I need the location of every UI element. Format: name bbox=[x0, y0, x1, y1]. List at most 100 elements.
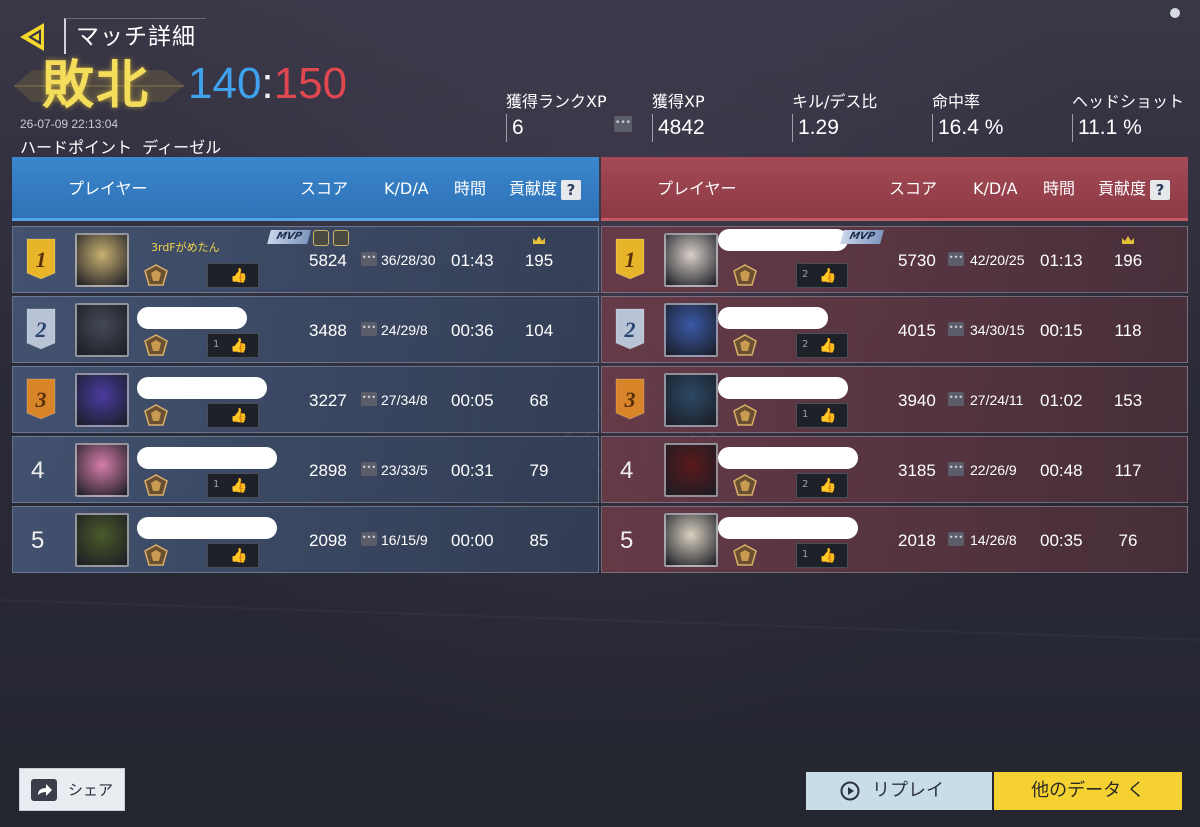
rank-number: 5 bbox=[31, 527, 45, 554]
mvp-badge: MVP bbox=[840, 230, 884, 244]
back-button[interactable] bbox=[14, 20, 56, 54]
redacted-name bbox=[137, 447, 277, 469]
thumbs-up-icon: 👍 bbox=[819, 478, 837, 494]
question-icon[interactable]: ? bbox=[1150, 179, 1171, 200]
like-button[interactable]: 👍 bbox=[207, 263, 259, 288]
thumbs-up-icon: 👍 bbox=[819, 408, 837, 424]
question-icon[interactable]: ? bbox=[561, 179, 582, 200]
red-player-row[interactable]: 1 2 👍 MVP 5730 ••• 42/20/25 01:13 196 bbox=[601, 226, 1188, 293]
ellipsis-icon[interactable]: ••• bbox=[948, 252, 964, 266]
like-button[interactable]: 👍 bbox=[207, 543, 259, 568]
replay-label: リプレイ bbox=[872, 780, 944, 801]
more-data-button[interactable]: 他のデータ く bbox=[994, 772, 1182, 810]
player-kda: 42/20/25 bbox=[970, 252, 1025, 268]
player-time: 00:36 bbox=[451, 321, 494, 340]
rank-badge-icon: 2 bbox=[26, 308, 56, 350]
stat-value: 11.1 % bbox=[1078, 116, 1142, 139]
ellipsis-icon[interactable]: ••• bbox=[361, 392, 377, 406]
blue-player-row[interactable]: 2 1 👍 3488 ••• 24/29/8 00:36 104 bbox=[12, 296, 599, 363]
player-kda: 16/15/9 bbox=[381, 532, 428, 548]
rank-number: 2 bbox=[35, 317, 47, 342]
player-time: 00:15 bbox=[1040, 321, 1083, 340]
stat-label: 獲得XP bbox=[652, 92, 705, 111]
col-score: スコア bbox=[889, 179, 938, 198]
like-button[interactable]: 2 👍 bbox=[796, 473, 848, 498]
ellipsis-icon[interactable]: ••• bbox=[361, 532, 377, 546]
tier-icon bbox=[144, 404, 168, 426]
red-player-row[interactable]: 3 1 👍 3940 ••• 27/24/11 01:02 153 bbox=[601, 366, 1188, 433]
share-button[interactable]: シェア bbox=[19, 768, 125, 811]
red-player-row[interactable]: 2 2 👍 4015 ••• 34/30/15 00:15 118 bbox=[601, 296, 1188, 363]
tier-icon bbox=[733, 264, 757, 286]
share-icon bbox=[31, 779, 57, 801]
avatar[interactable] bbox=[664, 373, 718, 427]
like-count: 1 bbox=[802, 409, 809, 420]
thumbs-up-icon: 👍 bbox=[230, 548, 248, 564]
like-button[interactable]: 1 👍 bbox=[796, 403, 848, 428]
play-circle-icon bbox=[840, 781, 860, 801]
blue-player-row[interactable]: 4 1 👍 2898 ••• 23/33/5 00:31 79 bbox=[12, 436, 599, 503]
avatar[interactable] bbox=[664, 233, 718, 287]
ellipsis-icon[interactable]: ••• bbox=[948, 392, 964, 406]
stat-rank-xp: 獲得ランクXP 6 bbox=[506, 88, 607, 142]
tier-icon bbox=[144, 474, 168, 496]
player-time: 01:13 bbox=[1040, 251, 1083, 270]
ellipsis-icon[interactable]: ••• bbox=[948, 462, 964, 476]
rank-badge-icon: 3 bbox=[615, 378, 645, 420]
like-button[interactable]: 1 👍 bbox=[207, 333, 259, 358]
like-button[interactable]: 2 👍 bbox=[796, 263, 848, 288]
player-time: 01:43 bbox=[451, 251, 494, 270]
red-player-row[interactable]: 4 2 👍 3185 ••• 22/26/9 00:48 117 bbox=[601, 436, 1188, 503]
blue-player-row[interactable]: 5 👍 2098 ••• 16/15/9 00:00 85 bbox=[12, 506, 599, 573]
avatar[interactable] bbox=[75, 233, 129, 287]
ellipsis-icon[interactable]: ••• bbox=[948, 532, 964, 546]
player-contribution: 118 bbox=[1114, 321, 1142, 340]
replay-button[interactable]: リプレイ bbox=[806, 772, 992, 810]
blue-player-row[interactable]: 1 3rdFがめたん 👍 MVP 5824 ••• 36/28/30 01:43 195 bbox=[12, 226, 599, 293]
avatar[interactable] bbox=[75, 373, 129, 427]
rank-badge-icon: 1 bbox=[26, 238, 56, 280]
avatar[interactable] bbox=[75, 443, 129, 497]
tier-icon bbox=[144, 334, 168, 356]
ellipsis-icon[interactable]: ••• bbox=[361, 462, 377, 476]
stat-label: ヘッドショット bbox=[1072, 92, 1185, 111]
player-contribution: 85 bbox=[529, 531, 549, 550]
player-kda: 24/29/8 bbox=[381, 322, 428, 338]
player-time: 00:48 bbox=[1040, 461, 1083, 480]
col-kda: K/D/A bbox=[973, 179, 1018, 198]
status-dot bbox=[1170, 8, 1180, 18]
redacted-name bbox=[137, 377, 267, 399]
blue-player-row[interactable]: 3 👍 3227 ••• 27/34/8 00:05 68 bbox=[12, 366, 599, 433]
like-count: 2 bbox=[802, 339, 809, 350]
red-player-row[interactable]: 5 1 👍 2018 ••• 14/26/8 00:35 76 bbox=[601, 506, 1188, 573]
score-red: 150 bbox=[273, 59, 348, 108]
player-score: 2898 bbox=[309, 461, 347, 480]
avatar[interactable] bbox=[664, 303, 718, 357]
player-contribution: 76 bbox=[1118, 531, 1138, 550]
avatar[interactable] bbox=[664, 513, 718, 567]
avatar[interactable] bbox=[75, 513, 129, 567]
page-title: マッチ詳細 bbox=[64, 18, 206, 54]
ellipsis-icon[interactable]: ••• bbox=[614, 116, 632, 132]
ellipsis-icon[interactable]: ••• bbox=[361, 252, 377, 266]
ellipsis-icon[interactable]: ••• bbox=[948, 322, 964, 336]
player-kda: 27/24/11 bbox=[970, 392, 1024, 408]
like-button[interactable]: 👍 bbox=[207, 403, 259, 428]
ellipsis-icon[interactable]: ••• bbox=[361, 322, 377, 336]
redacted-name bbox=[718, 229, 848, 251]
player-score: 5730 bbox=[898, 251, 936, 270]
avatar[interactable] bbox=[75, 303, 129, 357]
rank-badge-icon: 3 bbox=[26, 378, 56, 420]
avatar[interactable] bbox=[664, 443, 718, 497]
stat-value: 16.4 % bbox=[938, 116, 1004, 139]
like-count: 2 bbox=[802, 269, 809, 280]
like-button[interactable]: 1 👍 bbox=[207, 473, 259, 498]
stat-kd-ratio: キル/デス比 1.29 bbox=[792, 88, 877, 142]
col-score: スコア bbox=[300, 179, 349, 198]
score-separator: : bbox=[261, 59, 274, 108]
like-button[interactable]: 1 👍 bbox=[796, 543, 848, 568]
like-button[interactable]: 2 👍 bbox=[796, 333, 848, 358]
stat-xp: 獲得XP 4842 bbox=[652, 88, 705, 142]
stat-value: 1.29 bbox=[798, 116, 839, 139]
player-time: 00:31 bbox=[451, 461, 494, 480]
